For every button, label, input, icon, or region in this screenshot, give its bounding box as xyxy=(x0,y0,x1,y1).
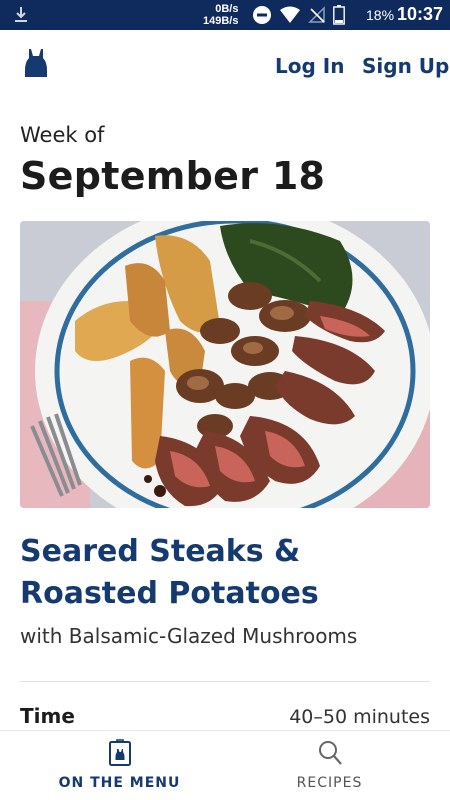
no-signal-icon xyxy=(308,6,325,23)
battery-icon xyxy=(333,5,345,25)
time-label: Time xyxy=(20,704,75,728)
recipe-photo[interactable] xyxy=(20,221,430,508)
recipe-subtitle: with Balsamic-Glazed Mushrooms xyxy=(20,624,358,648)
apron-logo-icon[interactable] xyxy=(24,48,48,78)
status-bar: 0B/s 149B/s 18% 10:37 xyxy=(0,0,450,30)
time-value: 40–50 minutes xyxy=(289,706,430,728)
tab-recipes[interactable]: RECIPES xyxy=(217,731,442,800)
menu-card-icon xyxy=(108,739,131,766)
network-speed-up: 0B/s xyxy=(215,3,239,15)
app-header: Log In Sign Up xyxy=(0,30,450,102)
clock: 10:37 xyxy=(397,4,444,24)
network-speed-down: 149B/s xyxy=(203,15,239,27)
download-icon xyxy=(15,7,27,22)
tab-on-the-menu[interactable]: ON THE MENU xyxy=(7,731,232,800)
network-speed: 0B/s 149B/s xyxy=(203,3,238,27)
week-of-label: Week of xyxy=(20,123,105,147)
recipe-photo-illustration xyxy=(20,221,430,508)
divider xyxy=(20,681,430,682)
recipe-title[interactable]: Seared Steaks & Roasted Potatoes xyxy=(20,531,435,615)
week-date: September 18 xyxy=(20,154,326,198)
login-link[interactable]: Log In xyxy=(275,54,344,78)
search-icon xyxy=(318,741,342,765)
wifi-icon xyxy=(280,6,300,23)
battery-percent: 18% xyxy=(366,7,395,23)
tab-on-the-menu-label: ON THE MENU xyxy=(58,775,181,791)
do-not-disturb-icon xyxy=(253,6,271,24)
signup-link[interactable]: Sign Up xyxy=(362,54,449,78)
status-icons xyxy=(252,5,345,25)
tab-recipes-label: RECIPES xyxy=(296,775,363,791)
bottom-nav: ON THE MENU RECIPES xyxy=(0,730,450,800)
